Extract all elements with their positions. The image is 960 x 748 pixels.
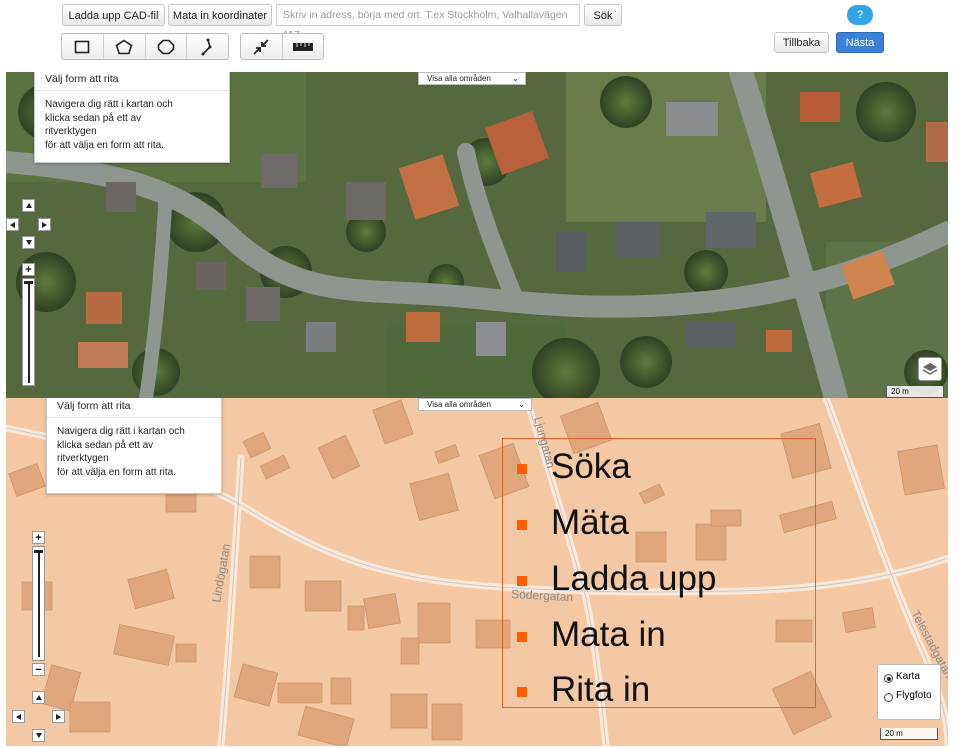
popup-line: klicka sedan på ett av — [45, 112, 142, 124]
line-tool[interactable] — [187, 34, 228, 59]
bullet-square-icon — [517, 632, 527, 642]
circle-tool[interactable] — [146, 34, 188, 59]
popup-line: klicka sedan på ett av — [57, 439, 154, 451]
zoom-handle[interactable] — [34, 550, 43, 553]
upload-cad-button[interactable]: Ladda upp CAD-fil — [62, 4, 165, 26]
popup-line: för att välja en form att rita. — [57, 466, 176, 478]
arrow-right-icon — [56, 713, 61, 720]
zoom-in-button[interactable]: + — [32, 531, 45, 544]
chevron-down-icon: ⌄ — [518, 400, 525, 409]
feature-item: Mata in — [517, 615, 666, 655]
popup-line: för att välja en form att rita. — [45, 139, 164, 151]
aerial-map[interactable]: Välj form att rita Navigera dig rätt i k… — [6, 72, 948, 398]
radio-selected-icon — [884, 674, 893, 683]
top-toolbar: Ladda upp CAD-fil Mata in koordinater Sk… — [0, 0, 960, 72]
rectangle-tool[interactable] — [62, 34, 104, 59]
zoom-out-button[interactable]: − — [32, 663, 45, 676]
plus-icon: + — [35, 531, 42, 544]
pan-down-button[interactable] — [32, 729, 45, 742]
next-button[interactable]: Nästa — [836, 32, 884, 53]
enter-coordinates-button[interactable]: Mata in koordinater — [168, 4, 272, 26]
measure-icon — [292, 42, 313, 51]
bullet-square-icon — [517, 520, 527, 530]
search-button[interactable]: Sök — [584, 4, 622, 26]
popup-line: Navigera dig rätt i kartan och — [57, 426, 185, 437]
pentagon-icon — [115, 39, 133, 54]
layers-button[interactable] — [918, 357, 942, 381]
pan-down-button[interactable] — [22, 236, 35, 249]
arrow-right-icon — [42, 221, 47, 228]
draw-hint-popup: Välj form att rita Navigera dig rätt i k… — [46, 398, 222, 494]
circle-icon — [157, 39, 175, 54]
popup-line: ritverktygen — [57, 453, 109, 464]
chevron-down-icon: ⌄ — [512, 74, 519, 83]
pan-left-button[interactable] — [6, 218, 19, 231]
pan-right-button[interactable] — [38, 218, 51, 231]
popup-line: ritverktygen — [45, 126, 97, 137]
zoom-in-button[interactable]: + — [22, 263, 35, 276]
zoom-track — [38, 551, 40, 657]
bullet-square-icon — [517, 576, 527, 586]
popup-title: Välj form att rita — [47, 398, 221, 418]
arrow-left-icon — [16, 713, 21, 720]
zoom-slider[interactable] — [22, 278, 35, 386]
show-all-label: Visa alla områden — [427, 400, 491, 409]
popup-line: Navigera dig rätt i kartan och — [45, 99, 173, 110]
arrow-up-icon — [35, 695, 42, 700]
shrink-tool[interactable] — [241, 34, 283, 59]
draw-tools-group — [61, 33, 229, 60]
measure-tool[interactable] — [283, 34, 324, 59]
edit-tools-group — [240, 33, 324, 60]
pan-up-button[interactable] — [22, 199, 35, 212]
rectangle-icon — [75, 40, 90, 53]
search-input[interactable]: Skriv in adress, börja med ort. T.ex Sto… — [276, 4, 580, 41]
show-all-label: Visa alla områden — [427, 74, 491, 83]
map-type-option-flygfoto[interactable]: Flygfoto — [878, 690, 942, 704]
feature-item: Ladda upp — [517, 559, 716, 599]
plus-icon: + — [25, 263, 32, 276]
zoom-track — [28, 281, 30, 383]
map-type-switcher: Karta Flygfoto — [877, 664, 941, 720]
line-icon — [201, 38, 212, 55]
feature-item: Rita in — [517, 670, 650, 710]
feature-item: Mäta — [517, 503, 629, 543]
zoom-handle[interactable] — [24, 281, 33, 284]
scale-bar: 20 m — [880, 728, 938, 740]
features-overlay: Söka Mäta Ladda upp Mata in Rita in — [502, 438, 816, 710]
polygon-tool[interactable] — [104, 34, 146, 59]
radio-icon — [884, 693, 893, 702]
map-type-option-karta[interactable]: Karta — [878, 671, 942, 685]
help-button[interactable]: ? — [847, 5, 873, 25]
map-type-label: Flygfoto — [896, 690, 932, 701]
bullet-square-icon — [517, 687, 527, 697]
bullet-square-icon — [517, 464, 527, 474]
arrow-left-icon — [10, 221, 15, 228]
pan-right-button[interactable] — [52, 710, 65, 723]
arrow-up-icon — [25, 203, 32, 208]
show-all-areas-dropdown[interactable]: Visa alla områden ⌄ — [418, 72, 526, 85]
draw-hint-popup: Välj form att rita Navigera dig rätt i k… — [34, 72, 230, 163]
scale-bar: 20 m — [886, 386, 944, 398]
pan-left-button[interactable] — [12, 710, 25, 723]
pan-up-button[interactable] — [32, 691, 45, 704]
arrow-down-icon — [35, 733, 42, 738]
minus-icon: − — [35, 663, 42, 676]
shrink-icon — [253, 38, 269, 55]
arrow-down-icon — [25, 240, 32, 245]
map-type-label: Karta — [896, 671, 920, 682]
feature-item: Söka — [517, 447, 631, 487]
show-all-areas-dropdown[interactable]: Visa alla områden ⌄ — [418, 398, 532, 411]
layers-icon — [922, 363, 938, 375]
popup-title: Välj form att rita — [35, 72, 229, 91]
zoom-slider[interactable] — [32, 546, 45, 661]
back-button[interactable]: Tillbaka — [774, 32, 829, 53]
